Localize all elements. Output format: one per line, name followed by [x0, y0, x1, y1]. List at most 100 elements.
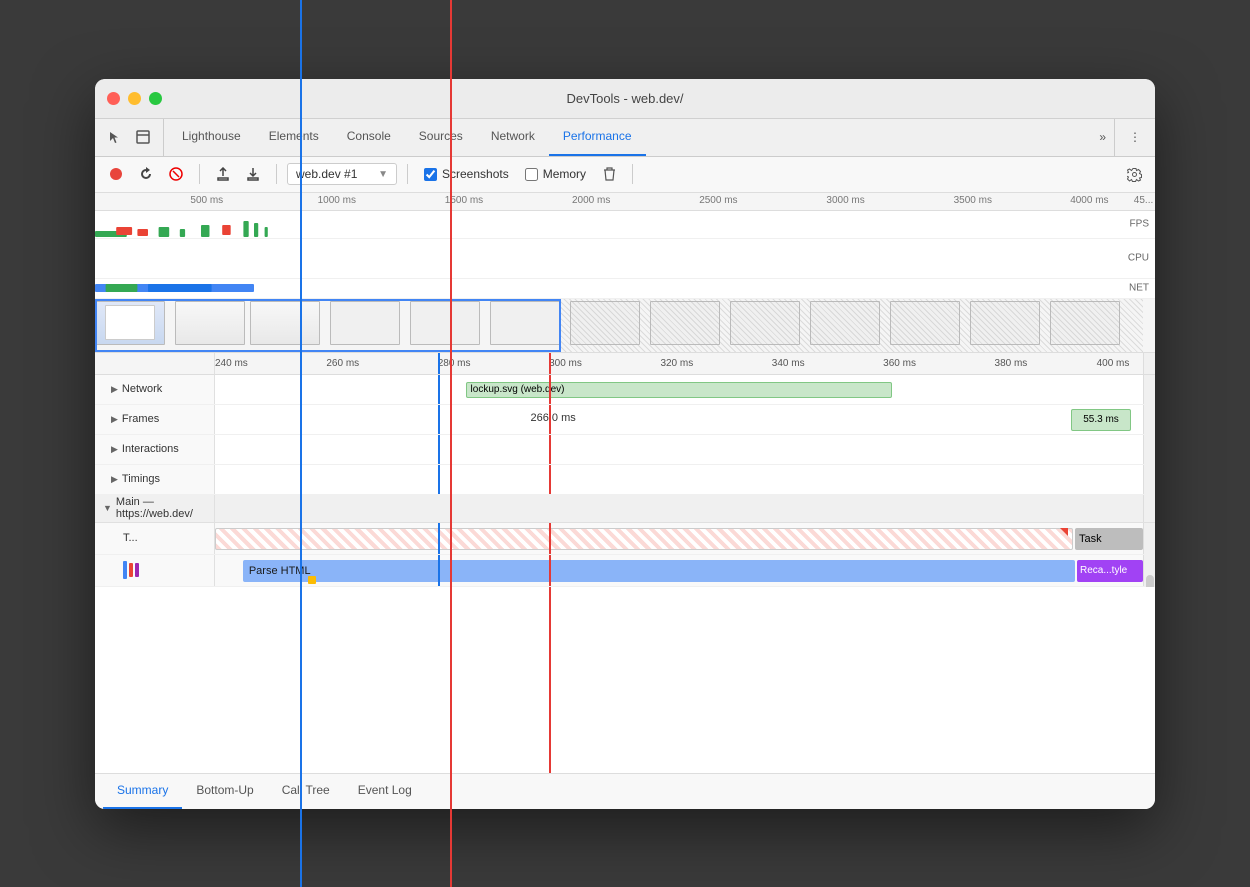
ruler-scrollbar — [1143, 353, 1155, 375]
network-arrow[interactable]: ▶ — [111, 384, 118, 395]
frames-content: 266.0 ms 55.3 ms — [215, 405, 1143, 434]
task-bar-right: Task — [1075, 528, 1143, 550]
frames-arrow[interactable]: ▶ — [111, 414, 118, 425]
frames-duration: 266.0 ms — [531, 412, 576, 424]
cursor-icon[interactable] — [103, 125, 127, 149]
memory-checkbox-label[interactable]: Memory — [525, 167, 586, 181]
network-blue-line — [438, 375, 440, 404]
download-button[interactable] — [240, 161, 266, 187]
parse-html-bar: Parse HTML — [243, 560, 1075, 582]
frames-scrollbar — [1143, 405, 1155, 434]
overview-ruler: 500 ms 1000 ms 1500 ms 2000 ms 2500 ms 3… — [95, 193, 1155, 211]
tab-sources[interactable]: Sources — [405, 119, 477, 156]
window-title: DevTools - web.dev/ — [566, 91, 683, 106]
toolbar-separator-3 — [407, 164, 408, 184]
tab-network[interactable]: Network — [477, 119, 549, 156]
detail-ruler: 240 ms 260 ms 280 ms 300 ms 320 ms 340 m… — [215, 353, 1143, 375]
screenshots-checkbox[interactable] — [424, 168, 437, 181]
detail-ruler-container: 240 ms 260 ms 280 ms 300 ms 320 ms 340 m… — [95, 353, 1155, 375]
overview-panel: 500 ms 1000 ms 1500 ms 2000 ms 2500 ms 3… — [95, 193, 1155, 353]
screenshot-thumb-1 — [175, 301, 245, 345]
tab-summary[interactable]: Summary — [103, 774, 182, 809]
ruler-left-spacer — [95, 353, 215, 375]
ruler-tick-4500: 45... — [1134, 193, 1153, 206]
url-dropdown[interactable]: web.dev #1 ▼ — [287, 163, 397, 185]
tabbar: Lighthouse Elements Console Sources Netw… — [95, 119, 1155, 157]
detail-tick-340: 340 ms — [772, 358, 805, 369]
close-button[interactable] — [107, 92, 120, 105]
net-row: NET — [95, 279, 1155, 299]
minimize-button[interactable] — [128, 92, 141, 105]
interactions-blue-line — [438, 435, 440, 464]
timings-scrollbar — [1143, 465, 1155, 494]
dock-icon[interactable] — [131, 125, 155, 149]
task-label: T... — [95, 523, 215, 554]
maximize-button[interactable] — [149, 92, 162, 105]
ruler-tick-3500: 3500 ms — [954, 193, 992, 206]
screenshot-thumb-0 — [95, 301, 165, 345]
interactions-label: ▶ Interactions — [95, 435, 215, 464]
tab-bottom-up[interactable]: Bottom-Up — [182, 774, 267, 809]
timings-blue-line — [438, 465, 440, 494]
timings-label: ▶ Timings — [95, 465, 215, 494]
timings-track: ▶ Timings — [95, 465, 1155, 495]
ruler-tick-4000: 4000 ms — [1070, 193, 1108, 206]
main-header-scrollbar — [1143, 495, 1155, 522]
parse-html-label-area — [95, 555, 215, 586]
parse-indicator-3 — [135, 563, 139, 577]
timings-time-indicator — [549, 465, 551, 494]
timings-content — [215, 465, 1143, 494]
detail-tick-320: 320 ms — [660, 358, 693, 369]
fps-row: FPS — [95, 211, 1155, 239]
tab-event-log[interactable]: Event Log — [344, 774, 426, 809]
network-content: lockup.svg (web.dev) — [215, 375, 1143, 404]
frames-track: ▶ Frames 266.0 ms 55.3 ms — [95, 405, 1155, 435]
network-track: ▶ Network lockup.svg (web.dev) — [95, 375, 1155, 405]
titlebar: DevTools - web.dev/ — [95, 79, 1155, 119]
tab-lighthouse[interactable]: Lighthouse — [168, 119, 255, 156]
screenshot-thumb-3 — [330, 301, 400, 345]
settings-button[interactable] — [1121, 161, 1147, 187]
interactions-scrollbar — [1143, 435, 1155, 464]
tabbar-left-icons — [103, 119, 164, 156]
parse-html-content: Parse HTML Reca...tyle — [215, 555, 1143, 586]
tab-console[interactable]: Console — [333, 119, 405, 156]
tab-list: Lighthouse Elements Console Sources Netw… — [168, 119, 1091, 156]
recalc-bar: Reca...tyle — [1077, 560, 1143, 582]
ruler-tick-500: 500 ms — [190, 193, 223, 206]
memory-checkbox[interactable] — [525, 168, 538, 181]
interactions-arrow[interactable]: ▶ — [111, 444, 118, 455]
frames-blue-line — [438, 405, 440, 434]
clear-button[interactable] — [163, 161, 189, 187]
interactions-track: ▶ Interactions — [95, 435, 1155, 465]
main-header-content — [215, 495, 1143, 522]
main-collapse-arrow[interactable]: ▼ — [103, 503, 112, 513]
parse-yellow-marker — [308, 576, 316, 584]
screenshots-checkbox-label[interactable]: Screenshots — [424, 167, 509, 181]
devtools-window: DevTools - web.dev/ Lighthouse Elements … — [95, 79, 1155, 809]
tab-overflow-button[interactable]: » — [1091, 119, 1114, 156]
main-label-area: ▼ Main — https://web.dev/ — [95, 495, 215, 522]
ruler-tick-1000: 1000 ms — [318, 193, 356, 206]
parse-scrollbar — [1143, 555, 1155, 586]
detail-tick-300: 300 ms — [549, 358, 582, 369]
tab-performance[interactable]: Performance — [549, 119, 646, 156]
detail-tick-240: 240 ms — [215, 358, 248, 369]
parse-indicator-2 — [129, 563, 133, 577]
detail-tick-360: 360 ms — [883, 358, 916, 369]
cpu-row: CPU — [95, 239, 1155, 279]
delete-button[interactable] — [596, 161, 622, 187]
main-area: 240 ms 260 ms 280 ms 300 ms 320 ms 340 m… — [95, 353, 1155, 773]
record-button[interactable] — [103, 161, 129, 187]
screenshot-thumb-5 — [490, 301, 560, 345]
ruler-tick-3000: 3000 ms — [826, 193, 864, 206]
upload-button[interactable] — [210, 161, 236, 187]
ruler-tick-2000: 2000 ms — [572, 193, 610, 206]
reload-button[interactable] — [133, 161, 159, 187]
task-bar-main — [215, 528, 1073, 550]
network-scrollbar — [1143, 375, 1155, 404]
timings-arrow[interactable]: ▶ — [111, 474, 118, 485]
tab-elements[interactable]: Elements — [255, 119, 333, 156]
tab-call-tree[interactable]: Call Tree — [268, 774, 344, 809]
more-menu-icon[interactable]: ⋮ — [1123, 125, 1147, 149]
